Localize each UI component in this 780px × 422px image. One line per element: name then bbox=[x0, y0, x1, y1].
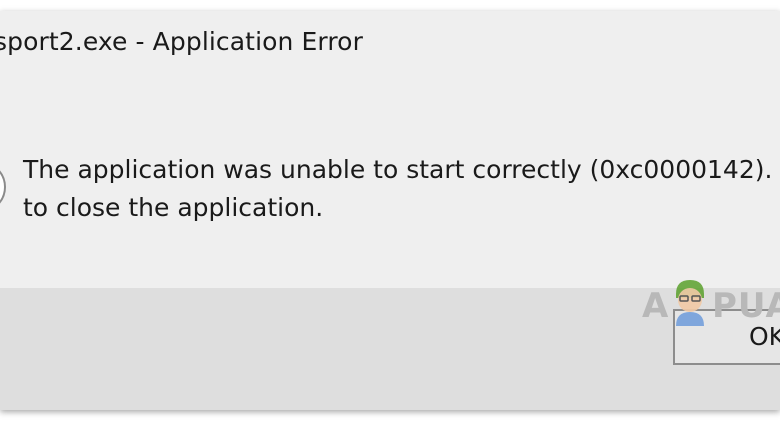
error-message: The application was unable to start corr… bbox=[23, 151, 780, 227]
dialog-title: sport2.exe - Application Error bbox=[0, 27, 363, 56]
ok-button[interactable]: OK bbox=[673, 309, 780, 365]
dialog-footer bbox=[0, 288, 780, 410]
error-message-line-2: to close the application. bbox=[23, 193, 324, 222]
error-dialog: sport2.exe - Application Error The appli… bbox=[0, 11, 780, 410]
error-icon bbox=[0, 161, 6, 213]
error-message-line-1: The application was unable to start corr… bbox=[23, 155, 780, 184]
